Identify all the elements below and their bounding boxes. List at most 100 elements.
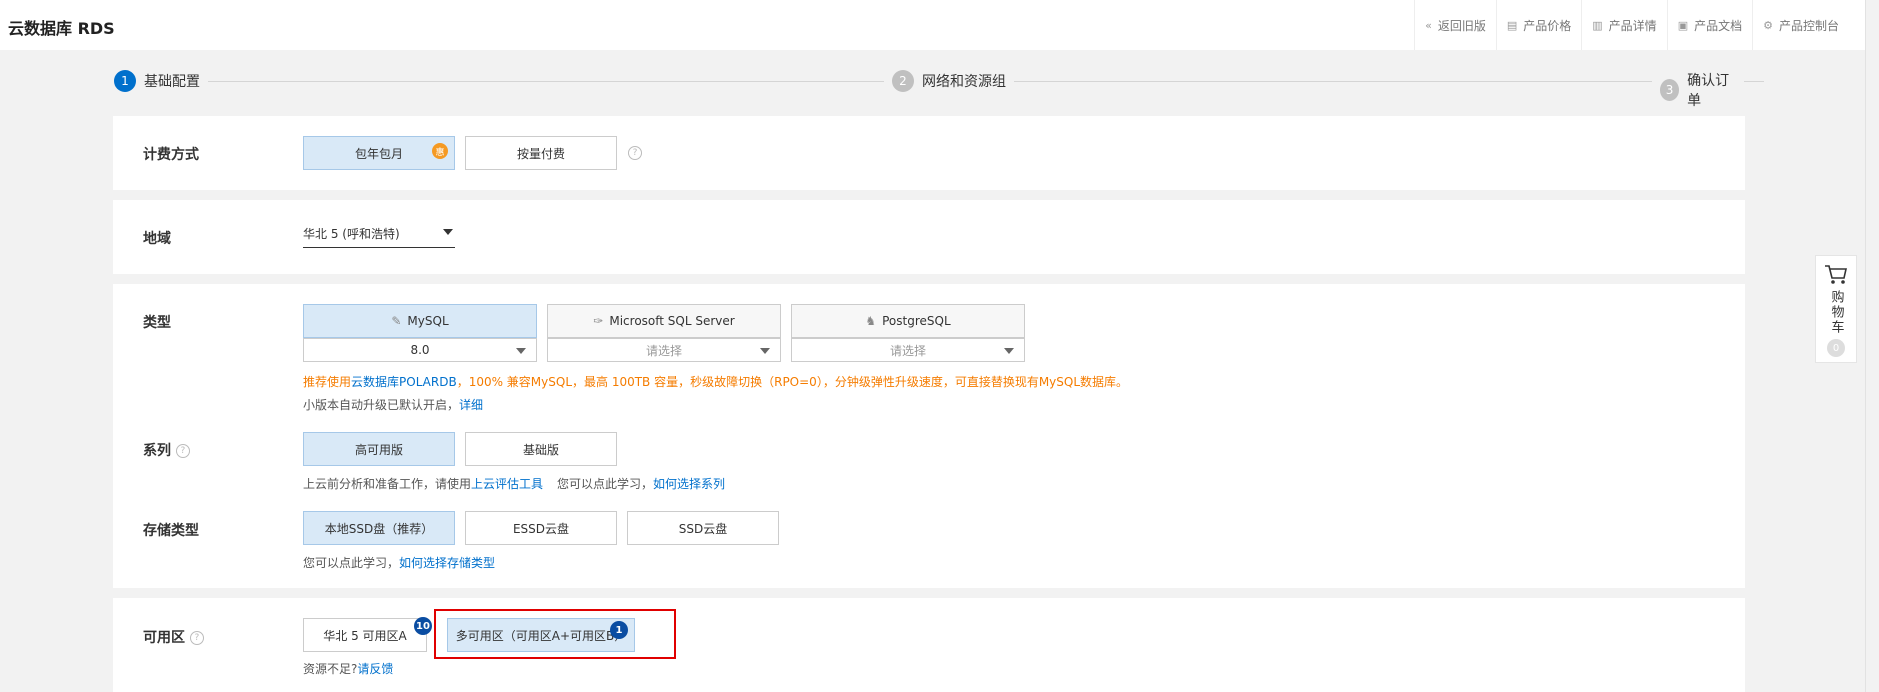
warn-text: 推荐使用 (303, 375, 352, 389)
select-value: 8.0 (410, 343, 430, 357)
option-label: SSD云盘 (678, 521, 728, 536)
shopping-cart[interactable]: 购物车 0 (1815, 255, 1857, 363)
nav-product-doc[interactable]: ▣ 产品文档 (1666, 0, 1752, 50)
step-label: 网络和资源组 (922, 74, 1006, 90)
series-high-availability-option[interactable]: 高可用版 (303, 432, 455, 466)
sqlserver-version-select[interactable]: 请选择 (547, 338, 781, 362)
chevron-down-icon (516, 348, 526, 354)
zone-count-badge: 10 (414, 617, 432, 635)
region-label: 地域 (143, 231, 171, 247)
zone-hint: 资源不足?请反馈 (303, 660, 393, 677)
billing-payg-option[interactable]: 按量付费 (465, 136, 617, 170)
selection-highlight (434, 609, 676, 659)
polardb-recommendation: 推荐使用云数据库POLARDB，100% 兼容MySQL，最高 100TB 容量… (303, 373, 1128, 390)
region-card: 地域 华北 5 (呼和浩特) (113, 200, 1745, 274)
how-to-choose-series-link[interactable]: 如何选择系列 (653, 477, 725, 491)
mysql-version-select[interactable]: 8.0 (303, 338, 537, 362)
polardb-link[interactable]: 云数据库POLARDB (351, 375, 457, 389)
help-icon[interactable]: ? (175, 444, 190, 458)
engine-sqlserver-option[interactable]: ✑ Microsoft SQL Server (547, 304, 781, 338)
step-divider (194, 81, 974, 82)
sqlserver-icon: ✑ (593, 314, 604, 328)
scrollbar[interactable] (1865, 0, 1879, 692)
series-basic-option[interactable]: 基础版 (465, 432, 617, 466)
storage-ssd-option[interactable]: SSD云盘 (627, 511, 779, 545)
detail-icon: ▥ (1592, 18, 1603, 32)
top-bar: 云数据库 RDS « 返回旧版 ▤ 产品价格 ▥ 产品详情 ▣ 产品文档 ⚙ 产… (0, 0, 1879, 50)
zone-a-option[interactable]: 华北 5 可用区A 10 (303, 617, 432, 652)
chevron-down-icon (760, 348, 770, 354)
step-network: 2 网络和资源组 (884, 70, 1014, 92)
mysql-icon: ✎ (391, 314, 402, 328)
option-label: PostgreSQL (882, 314, 951, 328)
option-label: 基础版 (522, 442, 559, 457)
nav-product-detail[interactable]: ▥ 产品详情 (1581, 0, 1666, 50)
option-label: Microsoft SQL Server (609, 314, 735, 328)
option-label: 华北 5 可用区A (323, 628, 407, 643)
double-left-icon: « (1425, 18, 1432, 32)
step-confirm: 3 确认订单 (1652, 70, 1744, 110)
warn-text: ，100% 兼容MySQL，最高 100TB 容量，秒级故障切换（RPO=0），… (456, 375, 1129, 389)
doc-icon: ▣ (1677, 18, 1689, 32)
select-placeholder: 请选择 (645, 343, 682, 358)
nav-label: 产品控制台 (1778, 18, 1839, 33)
instance-config-card: 类型 ✎ MySQL 8.0 ✑ Microsoft SQL Server 请选… (113, 284, 1745, 588)
hint-text: 您可以点此学习， (557, 477, 654, 491)
region-select[interactable]: 华北 5 (呼和浩特) (303, 220, 455, 248)
cart-label: 购物车 (1828, 290, 1844, 335)
console-icon: ⚙ (1763, 18, 1773, 32)
zone-label: 可用区 ? (143, 627, 204, 647)
type-label: 类型 (143, 315, 171, 331)
option-label: 包年包月 (354, 146, 403, 161)
step-divider (1004, 81, 1764, 82)
postgresql-icon: ♞ (865, 314, 877, 328)
progress-steps: 1 基础配置 2 网络和资源组 3 确认订单 (114, 70, 1764, 110)
step-number: 2 (892, 70, 914, 92)
cart-count-badge: 0 (1827, 339, 1845, 357)
price-icon: ▤ (1506, 18, 1518, 32)
option-label: MySQL (407, 314, 449, 328)
hint-text: 上云前分析和准备工作，请使用 (303, 477, 472, 491)
billing-label: 计费方式 (143, 147, 199, 163)
app-title: 云数据库 RDS (8, 19, 115, 38)
step-label: 基础配置 (144, 74, 200, 90)
storage-essd-option[interactable]: ESSD云盘 (465, 511, 617, 545)
series-label-text: 系列 (143, 443, 171, 459)
engine-postgresql-option[interactable]: ♞ PostgreSQL (791, 304, 1025, 338)
option-label: 按量付费 (516, 146, 565, 161)
step-label: 确认订单 (1687, 73, 1730, 109)
postgresql-version-select[interactable]: 请选择 (791, 338, 1025, 362)
series-hint: 上云前分析和准备工作，请使用上云评估工具 您可以点此学习，如何选择系列 (303, 475, 725, 492)
help-icon[interactable]: ? (189, 631, 204, 645)
region-value: 华北 5 (呼和浩特) (303, 227, 400, 241)
option-label: 本地SSD盘（推荐） (324, 521, 434, 536)
hint-text: 小版本自动升级已默认开启， (303, 398, 460, 412)
help-icon[interactable]: ? (628, 146, 642, 160)
chevron-down-icon (1004, 348, 1014, 354)
chevron-down-icon (443, 229, 453, 235)
series-label: 系列 ? (143, 440, 190, 460)
nav-label: 产品价格 (1523, 18, 1572, 33)
top-nav: « 返回旧版 ▤ 产品价格 ▥ 产品详情 ▣ 产品文档 ⚙ 产品控制台 (1414, 0, 1849, 50)
upgrade-detail-link[interactable]: 详细 (459, 398, 483, 412)
nav-label: 返回旧版 (1437, 18, 1486, 33)
billing-card: 计费方式 包年包月 惠 按量付费 ? (113, 116, 1745, 190)
upgrade-hint: 小版本自动升级已默认开启，详细 (303, 396, 483, 413)
zone-card: 可用区 ? 华北 5 可用区A 10 多可用区（可用区A+可用区B） 1 资源不… (113, 598, 1745, 692)
nav-product-price[interactable]: ▤ 产品价格 (1495, 0, 1581, 50)
hint-text: 您可以点此学习， (303, 556, 400, 570)
storage-local-ssd-option[interactable]: 本地SSD盘（推荐） (303, 511, 455, 545)
nav-back-old-version[interactable]: « 返回旧版 (1414, 0, 1496, 50)
zone-label-text: 可用区 (143, 630, 185, 646)
how-to-choose-storage-link[interactable]: 如何选择存储类型 (399, 556, 495, 570)
engine-mysql-option[interactable]: ✎ MySQL (303, 304, 537, 338)
storage-hint: 您可以点此学习，如何选择存储类型 (303, 554, 495, 571)
migration-assessment-link[interactable]: 上云评估工具 (471, 477, 543, 491)
option-label: 高可用版 (354, 442, 403, 457)
nav-label: 产品详情 (1608, 18, 1657, 33)
step-basic-config: 1 基础配置 (114, 70, 208, 92)
billing-subscription-option[interactable]: 包年包月 惠 (303, 136, 455, 170)
nav-product-console[interactable]: ⚙ 产品控制台 (1752, 0, 1849, 50)
feedback-link[interactable]: 请反馈 (357, 662, 393, 676)
step-number: 1 (114, 70, 136, 92)
